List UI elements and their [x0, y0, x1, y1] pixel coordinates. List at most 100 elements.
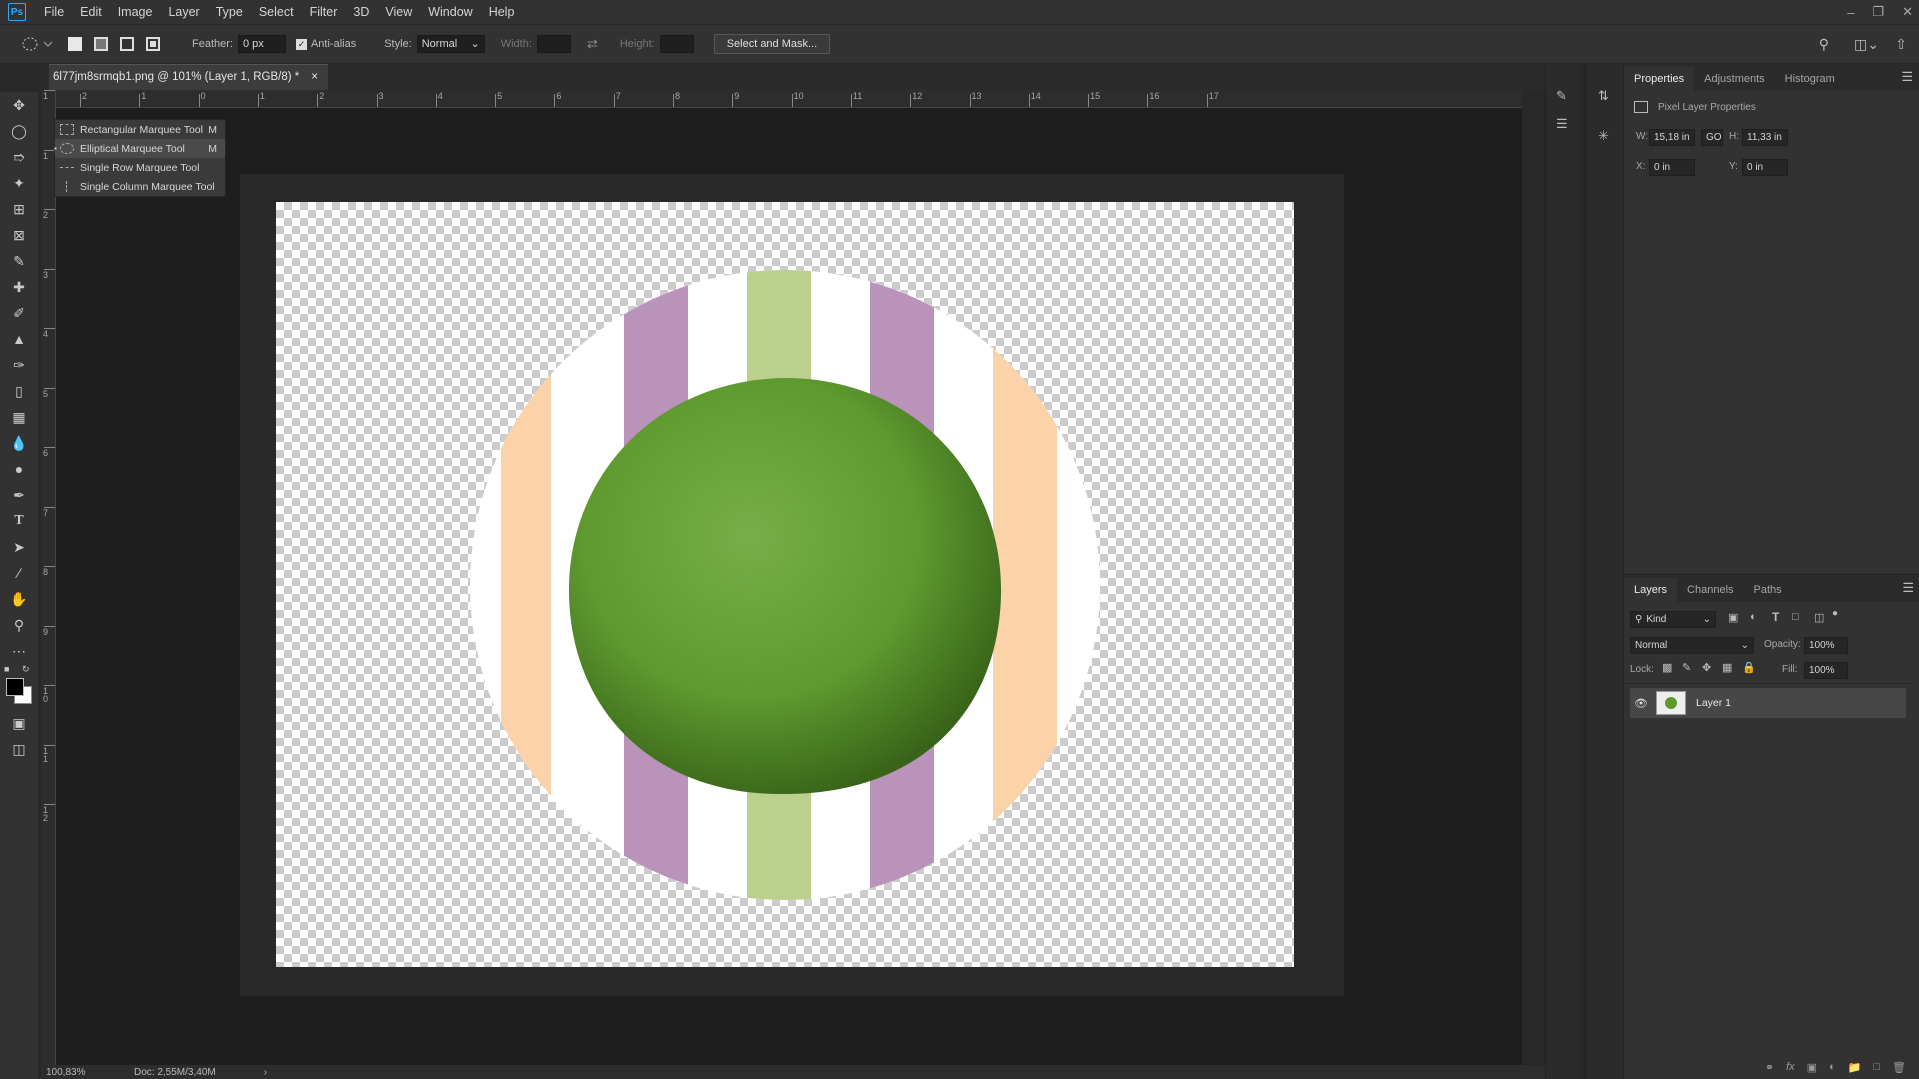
- hand-tool-icon[interactable]: ✋: [0, 586, 38, 612]
- move-tool-icon[interactable]: ✥: [0, 92, 38, 118]
- default-colors-icon[interactable]: ■: [4, 664, 9, 674]
- layer-name[interactable]: Layer 1: [1696, 697, 1731, 709]
- menu-help[interactable]: Help: [481, 0, 523, 24]
- line-tool-icon[interactable]: ∕: [0, 560, 38, 586]
- filter-toggle-icon[interactable]: ●: [1832, 608, 1838, 619]
- zoom-level[interactable]: 100,83%: [46, 1067, 86, 1078]
- add-selection-icon[interactable]: [94, 37, 108, 51]
- elliptical-marquee-tool-icon[interactable]: ◯: [0, 118, 38, 144]
- y-field[interactable]: 0 in: [1742, 159, 1788, 176]
- flyout-item-single-column-marquee[interactable]: Single Column Marquee Tool: [55, 177, 225, 196]
- new-selection-icon[interactable]: [68, 37, 82, 51]
- history-icon[interactable]: ⇅: [1598, 88, 1609, 104]
- new-layer-icon[interactable]: □: [1873, 1061, 1880, 1073]
- lasso-tool-icon[interactable]: ➱: [0, 144, 38, 170]
- tab-layers[interactable]: Layers: [1624, 578, 1678, 602]
- link-layers-icon[interactable]: ⚭: [1765, 1061, 1774, 1074]
- more-tools-icon[interactable]: ⋯: [0, 638, 38, 664]
- filter-adjustment-icon[interactable]: ◐: [1750, 611, 1757, 623]
- menu-layer[interactable]: Layer: [160, 0, 207, 24]
- anti-alias-option[interactable]: ✓ Anti-alias: [295, 38, 356, 50]
- height-field[interactable]: 11,33 in: [1742, 129, 1788, 146]
- filter-pixel-icon[interactable]: ▣: [1728, 611, 1738, 624]
- menu-filter[interactable]: Filter: [302, 0, 346, 24]
- zoom-tool-icon[interactable]: ⚲: [0, 612, 38, 638]
- restore-icon[interactable]: ❐: [1872, 4, 1884, 20]
- pen-tool-icon[interactable]: ✒: [0, 482, 38, 508]
- delete-layer-icon[interactable]: 🗑: [1892, 1061, 1906, 1074]
- document-canvas[interactable]: [276, 202, 1294, 967]
- filter-smart-object-icon[interactable]: ◫: [1814, 611, 1824, 624]
- brush-presets-icon[interactable]: ☰: [1556, 116, 1568, 132]
- anti-alias-checkbox[interactable]: ✓: [295, 38, 307, 50]
- width-input[interactable]: [536, 35, 571, 53]
- eyedropper-tool-icon[interactable]: ✎: [0, 248, 38, 274]
- tab-histogram[interactable]: Histogram: [1775, 67, 1845, 91]
- menu-3d[interactable]: 3D: [345, 0, 377, 24]
- fill-field[interactable]: 100%: [1804, 662, 1848, 679]
- menu-image[interactable]: Image: [110, 0, 161, 24]
- filter-kind-select[interactable]: ⚲ Kind ⌄: [1630, 611, 1716, 628]
- lock-artboard-icon[interactable]: ▦: [1722, 661, 1732, 674]
- tab-paths[interactable]: Paths: [1744, 578, 1792, 602]
- type-tool-icon[interactable]: T: [0, 508, 38, 534]
- blend-mode-select[interactable]: Normal ⌄: [1630, 637, 1754, 654]
- lock-image-icon[interactable]: ✎: [1682, 661, 1691, 674]
- lock-all-icon[interactable]: 🔒: [1742, 661, 1756, 674]
- style-select[interactable]: Normal ⌄: [416, 35, 485, 53]
- lock-transparent-icon[interactable]: ▩: [1662, 661, 1672, 674]
- menu-window[interactable]: Window: [420, 0, 480, 24]
- blur-tool-icon[interactable]: 💧: [0, 430, 38, 456]
- new-adjustment-icon[interactable]: ◐: [1829, 1061, 1836, 1073]
- frame-tool-icon[interactable]: ⊠: [0, 222, 38, 248]
- width-field[interactable]: 15,18 in: [1649, 129, 1695, 146]
- eraser-tool-icon[interactable]: ▯: [0, 378, 38, 404]
- intersect-selection-icon[interactable]: [146, 37, 160, 51]
- healing-brush-tool-icon[interactable]: ✚: [0, 274, 38, 300]
- layers-menu-icon[interactable]: ☰: [1902, 580, 1914, 596]
- menu-select[interactable]: Select: [251, 0, 302, 24]
- dodge-tool-icon[interactable]: ●: [0, 456, 38, 482]
- link-dimensions-icon[interactable]: GO: [1701, 129, 1723, 146]
- flyout-item-single-row-marquee[interactable]: Single Row Marquee Tool: [55, 158, 225, 177]
- layer-row[interactable]: 👁 Layer 1: [1630, 688, 1906, 718]
- close-window-icon[interactable]: ✕: [1902, 4, 1913, 20]
- menu-file[interactable]: File: [36, 0, 72, 24]
- menu-edit[interactable]: Edit: [72, 0, 110, 24]
- crop-tool-icon[interactable]: ⊞: [0, 196, 38, 222]
- menu-view[interactable]: View: [377, 0, 420, 24]
- eye-visibility-icon[interactable]: 👁: [1634, 697, 1650, 710]
- tab-channels[interactable]: Channels: [1677, 578, 1743, 602]
- panel-menu-icon[interactable]: ☰: [1901, 69, 1913, 85]
- filter-shape-icon[interactable]: □: [1792, 611, 1799, 623]
- swap-colors-icon[interactable]: ↻: [22, 664, 30, 675]
- flyout-item-rectangular-marquee[interactable]: Rectangular Marquee Tool M: [55, 120, 225, 139]
- swap-icon[interactable]: ⇄: [587, 36, 598, 52]
- share-icon[interactable]: ⇧: [1895, 36, 1907, 53]
- search-icon[interactable]: ⚲: [1819, 36, 1829, 53]
- status-menu-icon[interactable]: ›: [264, 1067, 267, 1078]
- quick-mask-icon[interactable]: ▣: [0, 710, 38, 736]
- clone-stamp-tool-icon[interactable]: ▲: [0, 326, 38, 352]
- opacity-field[interactable]: 100%: [1804, 637, 1848, 654]
- flyout-item-elliptical-marquee[interactable]: ▪ Elliptical Marquee Tool M: [54, 139, 225, 158]
- document-tab[interactable]: 6l77jm8srmqb1.png @ 101% (Layer 1, RGB/8…: [49, 64, 328, 90]
- new-group-icon[interactable]: 📁: [1848, 1061, 1862, 1074]
- workspace-icon[interactable]: ◫⌄: [1854, 36, 1879, 53]
- magic-wand-tool-icon[interactable]: ✦: [0, 170, 38, 196]
- filter-type-icon[interactable]: T: [1772, 610, 1779, 624]
- select-and-mask-button[interactable]: Select and Mask...: [713, 34, 831, 54]
- subtract-selection-icon[interactable]: [120, 37, 134, 51]
- add-mask-icon[interactable]: ▣: [1807, 1061, 1817, 1074]
- adjust-icon[interactable]: ✳: [1598, 128, 1609, 144]
- path-selection-tool-icon[interactable]: ➤: [0, 534, 38, 560]
- tab-adjustments[interactable]: Adjustments: [1694, 67, 1775, 91]
- fx-icon[interactable]: fx: [1786, 1061, 1795, 1073]
- screen-mode-icon[interactable]: ◫: [0, 736, 38, 762]
- close-tab-icon[interactable]: ×: [311, 65, 318, 90]
- feather-input[interactable]: 0 px: [237, 35, 286, 53]
- minimize-icon[interactable]: –: [1847, 5, 1854, 20]
- gradient-tool-icon[interactable]: ▦: [0, 404, 38, 430]
- x-field[interactable]: 0 in: [1649, 159, 1695, 176]
- foreground-color-swatch[interactable]: [6, 678, 24, 696]
